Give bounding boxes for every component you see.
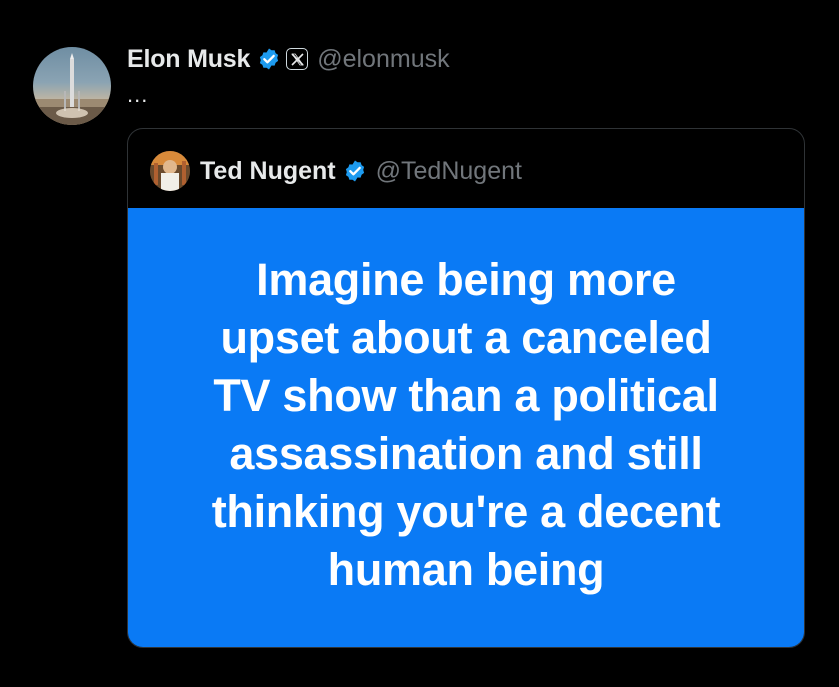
tweet-header: Elon Musk @elonmusk [127,41,450,77]
verified-badge-icon [257,47,281,71]
more-options[interactable]: ... [127,84,148,106]
avatar[interactable] [33,47,111,125]
quoted-avatar-image [150,151,190,191]
verified-badge-icon [343,159,367,183]
image-text-line: TV show than a political [213,370,719,421]
image-text-line: upset about a canceled [220,312,712,363]
quoted-image-text: Imagine being more upset about a cancele… [156,251,776,599]
rocket-avatar-image [33,53,111,125]
image-text-line: human being [327,544,605,595]
quoted-tweet[interactable]: Ted Nugent @TedNugent Imagine being more… [127,128,805,648]
author-name[interactable]: Elon Musk [127,45,250,74]
quoted-author-handle[interactable]: @TedNugent [376,157,522,186]
quoted-image[interactable]: Imagine being more upset about a cancele… [128,208,804,647]
image-text-line: assassination and still [229,428,703,479]
quoted-tweet-header: Ted Nugent @TedNugent [150,151,522,191]
author-handle[interactable]: @elonmusk [317,45,449,74]
image-text-line: thinking you're a decent [211,486,721,537]
quoted-avatar[interactable] [150,151,190,191]
x-logo-icon[interactable] [286,48,309,70]
quoted-author-name[interactable]: Ted Nugent [200,157,336,186]
image-text-line: Imagine being more [256,254,676,305]
